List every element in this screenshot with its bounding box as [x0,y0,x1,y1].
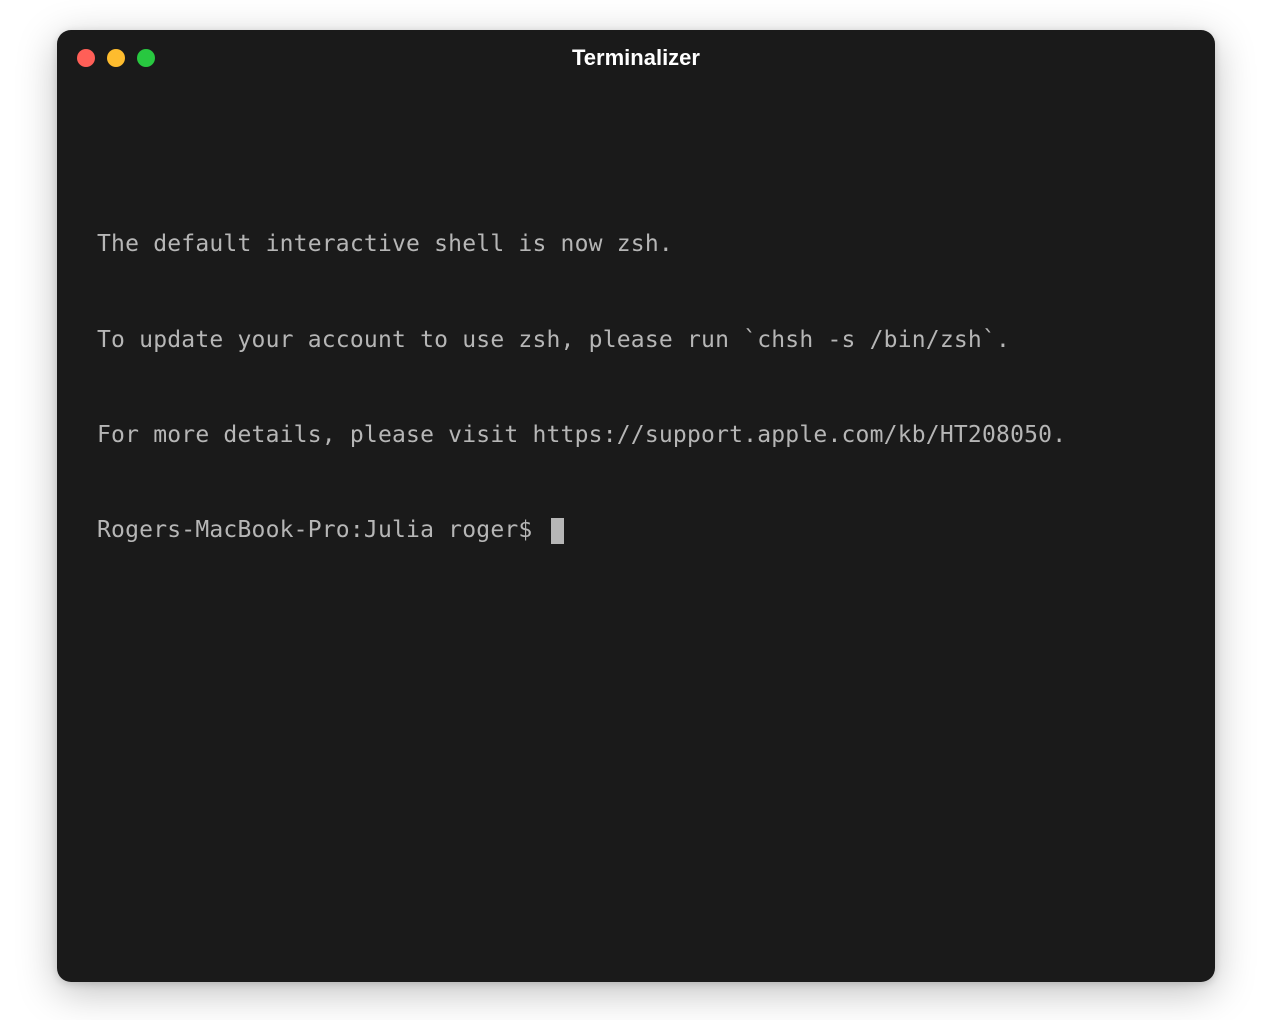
traffic-lights [77,49,155,67]
terminal-window: Terminalizer The default interactive she… [57,30,1215,982]
window-title: Terminalizer [57,45,1215,71]
terminal-body[interactable]: The default interactive shell is now zsh… [57,86,1215,982]
terminal-output-line: For more details, please visit https://s… [97,420,1175,452]
minimize-icon[interactable] [107,49,125,67]
cursor-icon [551,518,564,544]
close-icon[interactable] [77,49,95,67]
titlebar: Terminalizer [57,30,1215,86]
prompt-line: Rogers-MacBook-Pro:Julia roger$ [97,515,1175,547]
terminal-output-line: To update your account to use zsh, pleas… [97,325,1175,357]
maximize-icon[interactable] [137,49,155,67]
terminal-output-line: The default interactive shell is now zsh… [97,229,1175,261]
prompt-text: Rogers-MacBook-Pro:Julia roger$ [97,515,547,547]
